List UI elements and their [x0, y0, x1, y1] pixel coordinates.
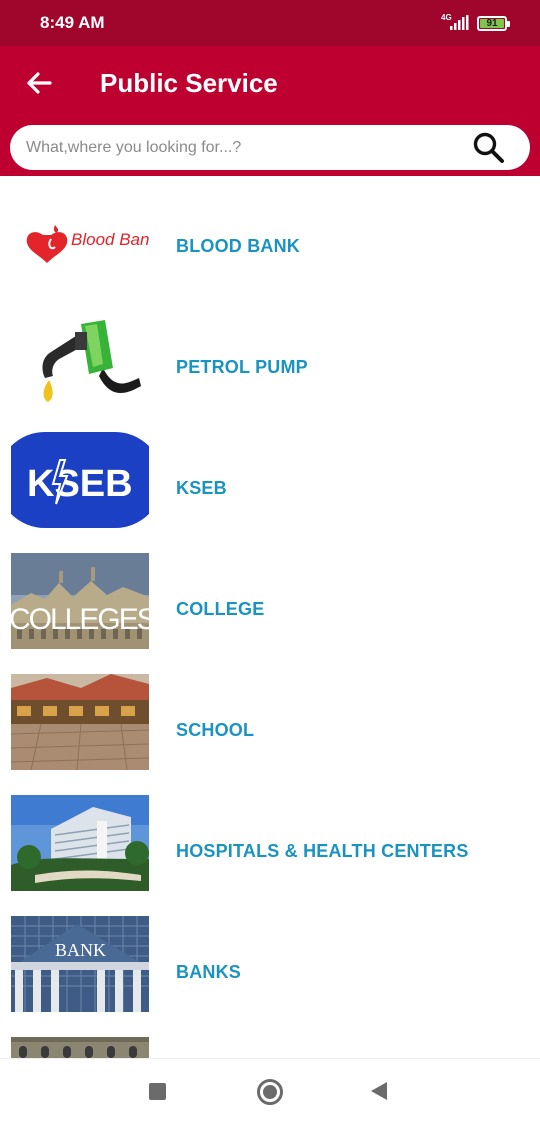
- list-item-petrol-pump[interactable]: PETROL PUMP: [0, 307, 540, 428]
- list-item-label: HOSPITALS & HEALTH CENTERS: [176, 841, 469, 861]
- list-item-blood-bank[interactable]: Blood Bank BLOOD BANK: [0, 186, 540, 307]
- kseb-logo-text: KSEB: [27, 463, 133, 505]
- list-item-label: BANKS: [176, 962, 242, 982]
- list-item-label: COLLEGE: [176, 599, 265, 619]
- school-image: [11, 674, 149, 770]
- list-item-label: SCHOOL: [176, 720, 255, 740]
- status-time: 8:49 AM: [40, 13, 105, 32]
- search-input[interactable]: [26, 125, 466, 170]
- arrow-left-icon[interactable]: [20, 66, 58, 100]
- app-bar: Public Service: [0, 46, 540, 176]
- system-nav-bar: [0, 1058, 540, 1123]
- list-item-label: BLOOD BANK: [176, 236, 300, 256]
- list-item-hospitals[interactable]: HOSPITALS & HEALTH CENTERS: [0, 791, 540, 912]
- status-bar: 8:49 AM 4G 91: [0, 0, 540, 46]
- search-icon[interactable]: [472, 131, 506, 165]
- list-item-kseb[interactable]: KSEB KSEB: [0, 428, 540, 549]
- circle-icon[interactable]: [257, 1079, 283, 1105]
- college-image-text: COLLEGES: [11, 603, 149, 636]
- list-item-college[interactable]: COLLEGES COLLEGE: [0, 549, 540, 670]
- search-bar: [10, 125, 530, 170]
- petrol-nozzle-image: [11, 312, 149, 408]
- bank-image: BANK: [11, 916, 149, 1012]
- list-item-label: KSEB: [176, 478, 227, 498]
- blood-bank-logo: Blood Bank: [11, 199, 149, 295]
- battery-icon: 91: [477, 16, 510, 31]
- list-item-partial[interactable]: [0, 1033, 540, 1058]
- bank-image-text: BANK: [55, 940, 106, 960]
- college-image: COLLEGES: [11, 553, 149, 649]
- kseb-logo: KSEB: [11, 432, 149, 528]
- list-item-banks[interactable]: BANK BANKS: [0, 912, 540, 1033]
- blood-bank-logo-text: Blood Bank: [71, 230, 149, 249]
- triangle-back-icon[interactable]: [371, 1082, 387, 1100]
- building-image: [11, 1037, 149, 1058]
- hospital-image: [11, 795, 149, 891]
- square-icon[interactable]: [149, 1083, 166, 1100]
- battery-level: 91: [486, 18, 498, 29]
- list-item-label: PETROL PUMP: [176, 357, 308, 377]
- signal-icon: [450, 15, 469, 30]
- list-item-school[interactable]: SCHOOL: [0, 670, 540, 791]
- page-title: Public Service: [100, 68, 278, 98]
